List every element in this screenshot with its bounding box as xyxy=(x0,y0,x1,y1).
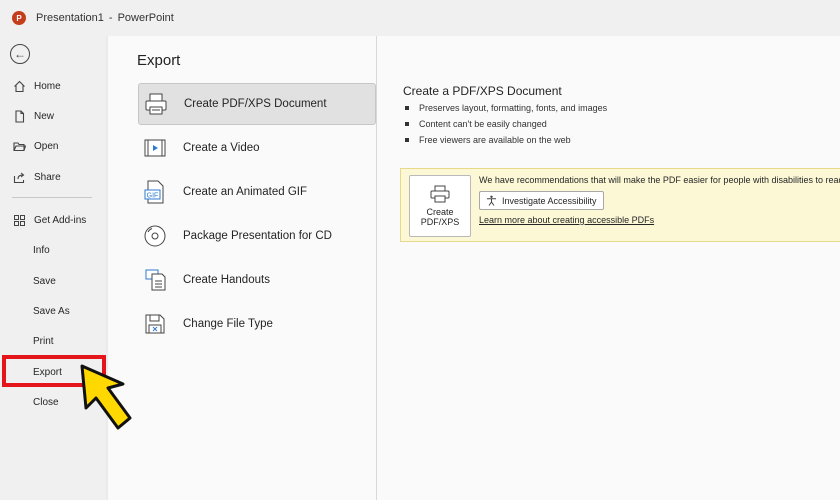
sidebar-item-get-add-ins[interactable]: Get Add-ins xyxy=(0,207,106,233)
accessibility-recommendation-panel: Create PDF/XPS We have recommendations t… xyxy=(400,168,840,242)
export-option-label: Create Handouts xyxy=(183,274,270,286)
detail-bullet: Content can't be easily changed xyxy=(405,116,607,132)
sidebar-item-label: Close xyxy=(33,396,59,408)
title-separator: - xyxy=(108,12,113,24)
export-option-label: Create an Animated GIF xyxy=(183,186,308,198)
sidebar-item-label: Open xyxy=(34,140,59,152)
gif-icon-text: GIF xyxy=(147,192,159,199)
export-option-label: Change File Type xyxy=(183,318,273,330)
video-film-icon xyxy=(142,135,168,161)
pdf-printer-icon xyxy=(143,91,169,117)
learn-more-accessible-pdfs-link[interactable]: Learn more about creating accessible PDF… xyxy=(479,215,654,225)
new-document-icon xyxy=(12,109,26,123)
sidebar-item-label: Save xyxy=(33,275,56,287)
page-title: Export xyxy=(137,52,181,69)
sidebar-item-label: New xyxy=(34,110,55,122)
sidebar-item-save-as[interactable]: Save As xyxy=(0,298,106,324)
document-name: Presentation1 xyxy=(36,12,104,24)
share-icon xyxy=(12,170,26,184)
sidebar-item-home[interactable]: Home xyxy=(0,73,106,99)
add-ins-grid-icon xyxy=(12,213,26,227)
export-option-label: Create a Video xyxy=(183,142,260,154)
detail-bullet: Free viewers are available on the web xyxy=(405,132,607,148)
detail-bullet-list: Preserves layout, formatting, fonts, and… xyxy=(405,100,607,148)
export-option-create-gif[interactable]: GIF Create an Animated GIF xyxy=(138,171,376,213)
investigate-accessibility-button[interactable]: Investigate Accessibility xyxy=(479,191,604,210)
folder-open-icon xyxy=(12,139,26,153)
export-option-label: Package Presentation for CD xyxy=(183,230,332,242)
accessibility-icon xyxy=(487,195,496,206)
export-option-create-video[interactable]: Create a Video xyxy=(138,127,376,169)
sidebar-item-label: Get Add-ins xyxy=(34,214,87,226)
column-divider xyxy=(376,36,377,500)
create-button-label-line2: PDF/XPS xyxy=(420,217,460,227)
sidebar-item-new[interactable]: New xyxy=(0,103,106,129)
detail-title: Create a PDF/XPS Document xyxy=(403,84,562,98)
recommendation-text: We have recommendations that will make t… xyxy=(479,175,840,185)
backstage-content: Export Create PDF/XPS Document Create a … xyxy=(108,36,840,500)
export-option-create-pdf-xps[interactable]: Create PDF/XPS Document xyxy=(138,83,376,125)
sidebar-item-label: Save As xyxy=(33,305,70,317)
detail-bullet: Preserves layout, formatting, fonts, and… xyxy=(405,100,607,116)
create-pdf-xps-button[interactable]: Create PDF/XPS xyxy=(409,175,471,237)
sidebar-item-save[interactable]: Save xyxy=(0,268,106,294)
sidebar-item-info[interactable]: Info xyxy=(0,237,106,263)
export-option-package-cd[interactable]: Package Presentation for CD xyxy=(138,215,376,257)
change-file-type-icon xyxy=(142,311,168,337)
sidebar-item-label: Print xyxy=(33,335,54,347)
pdf-printer-icon xyxy=(430,185,450,203)
back-arrow-icon[interactable]: ← xyxy=(10,44,30,64)
title-bar: P Presentation1 - PowerPoint xyxy=(0,0,840,36)
sidebar-item-open[interactable]: Open xyxy=(0,133,106,159)
home-icon xyxy=(12,79,26,93)
sidebar-item-share[interactable]: Share xyxy=(0,164,106,190)
cd-disc-icon xyxy=(142,223,168,249)
sidebar-item-label: Home xyxy=(34,80,61,92)
create-button-label-line1: Create xyxy=(426,207,454,217)
export-option-create-handouts[interactable]: Create Handouts xyxy=(138,259,376,301)
export-option-change-file-type[interactable]: Change File Type xyxy=(138,303,376,345)
app-name: PowerPoint xyxy=(117,12,174,24)
investigate-label: Investigate Accessibility xyxy=(502,195,597,206)
pointer-arrow-icon xyxy=(80,364,132,430)
sidebar-divider xyxy=(12,197,92,198)
gif-file-icon: GIF xyxy=(142,179,168,205)
powerpoint-logo-icon: P xyxy=(12,11,26,25)
export-option-label: Create PDF/XPS Document xyxy=(184,98,327,110)
sidebar-item-label: Info xyxy=(33,244,50,256)
sidebar-item-label: Share xyxy=(34,171,61,183)
sidebar-item-print[interactable]: Print xyxy=(0,328,106,354)
handouts-icon xyxy=(142,267,168,293)
